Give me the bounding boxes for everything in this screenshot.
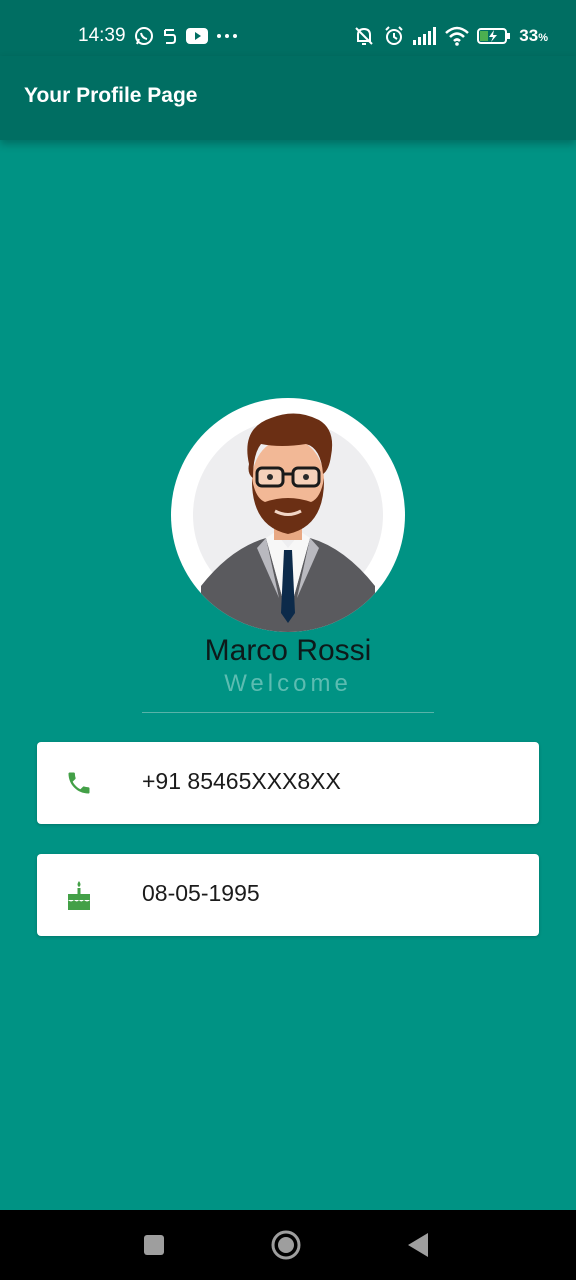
battery-percent: 33%: [519, 26, 548, 45]
phone-number: +91 85465XXX8XX: [142, 768, 341, 794]
phone-icon: [63, 766, 95, 800]
battery-charging-icon: [477, 27, 511, 45]
more-dots-icon: [216, 33, 238, 39]
wifi-icon: [445, 26, 470, 46]
navigation-bar: [0, 1210, 576, 1280]
status-left: 14:39: [78, 22, 238, 50]
signal-icon: [413, 27, 437, 45]
birth-date: 08-05-1995: [142, 880, 260, 906]
phone-card[interactable]: +91 85465XXX8XX: [37, 742, 539, 824]
welcome-text: Welcome: [224, 670, 352, 697]
cake-icon: [63, 878, 95, 912]
app-bar: Your Profile Page: [0, 56, 576, 140]
home-circle-icon[interactable]: [271, 1230, 301, 1260]
whatsapp-icon: [134, 26, 154, 46]
youtube-icon: [185, 28, 208, 44]
person-avatar-icon: [193, 413, 383, 632]
status-right: 33%: [353, 22, 548, 50]
alarm-icon: [383, 25, 405, 47]
birthday-card[interactable]: 08-05-1995: [37, 854, 539, 936]
notification-app-icon: [162, 26, 178, 46]
bell-off-icon: [353, 25, 375, 47]
status-time: 14:39: [78, 25, 126, 46]
back-triangle-icon[interactable]: [403, 1230, 433, 1260]
recents-square-icon[interactable]: [139, 1230, 169, 1260]
user-name: Marco Rossi: [204, 634, 372, 667]
page-title: Your Profile Page: [24, 84, 198, 107]
avatar: [171, 398, 405, 632]
divider: [142, 712, 434, 713]
status-bar: 14:39 33%: [0, 0, 576, 56]
